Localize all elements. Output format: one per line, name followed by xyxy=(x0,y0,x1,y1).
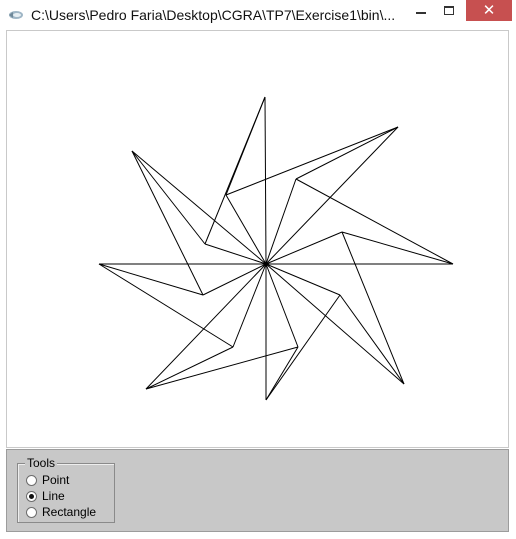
star-fold-line xyxy=(265,263,341,296)
rectangle-label: Rectangle xyxy=(42,505,97,519)
line-label: Line xyxy=(42,489,65,503)
star-fold-line xyxy=(265,263,299,348)
star-fold-line xyxy=(204,243,267,265)
star-edge-line xyxy=(295,178,454,265)
minimize-button[interactable] xyxy=(408,0,434,22)
star-spoke-line xyxy=(264,96,267,265)
star-edge-line xyxy=(131,150,206,245)
star-fold-line xyxy=(265,231,343,265)
line-radio[interactable] xyxy=(26,491,37,502)
controls-panel: Tools Point Line Rectangle xyxy=(6,449,509,532)
star-edge-line xyxy=(341,231,405,385)
star-fold-line xyxy=(232,263,267,348)
star-spoke-line xyxy=(265,126,399,265)
app-icon xyxy=(9,11,23,19)
point-label: Point xyxy=(42,473,70,487)
star-edge-line xyxy=(265,294,341,401)
title-bar[interactable]: C:\Users\Pedro Faria\Desktop\CGRA\TP7\Ex… xyxy=(0,0,516,30)
star-edge-line xyxy=(131,150,204,296)
star-edge-line xyxy=(145,346,234,390)
drawing-canvas[interactable] xyxy=(6,30,509,448)
maximize-button[interactable] xyxy=(436,0,462,22)
star-drawing xyxy=(98,96,454,401)
close-button[interactable]: ✕ xyxy=(466,0,512,21)
star-edge-line xyxy=(98,263,234,348)
window-title: C:\Users\Pedro Faria\Desktop\CGRA\TP7\Ex… xyxy=(31,7,396,23)
star-fold-line xyxy=(265,178,297,265)
star-edge-line xyxy=(341,231,454,265)
rectangle-radio[interactable] xyxy=(26,507,37,518)
point-radio[interactable] xyxy=(26,475,37,486)
star-fold-line xyxy=(225,194,267,265)
star-fold-line xyxy=(202,263,267,296)
star-edge-line xyxy=(295,126,399,180)
star-edge-line xyxy=(145,346,299,390)
star-edge-line xyxy=(225,126,399,196)
star-spoke-line xyxy=(131,150,267,265)
star-edge-line xyxy=(98,263,204,296)
star-edge-line xyxy=(204,96,266,245)
tools-groupbox: Tools Point Line Rectangle xyxy=(17,456,115,523)
star-spoke-line xyxy=(145,263,267,390)
tools-group-label: Tools xyxy=(25,456,58,470)
app-window: C:\Users\Pedro Faria\Desktop\CGRA\TP7\Ex… xyxy=(0,0,516,539)
star-edge-line xyxy=(339,294,405,385)
